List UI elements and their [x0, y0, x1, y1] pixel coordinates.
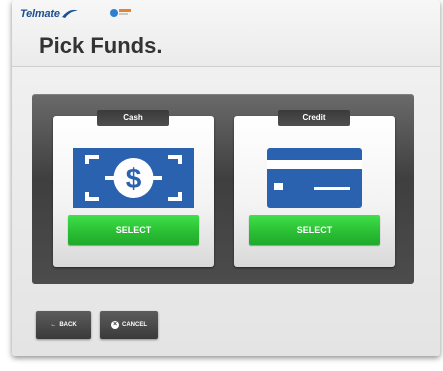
- swoosh-icon: [61, 9, 78, 18]
- cancel-x-icon: ×: [111, 321, 119, 329]
- cash-select-button[interactable]: SELECT: [68, 215, 199, 245]
- back-arrow-icon: ←: [50, 322, 57, 328]
- credit-tab-label: Credit: [278, 110, 350, 126]
- header-bar: Telmate Pick Funds.: [12, 0, 440, 67]
- cancel-button[interactable]: × CANCEL: [100, 311, 158, 339]
- cash-bill-icon: $: [73, 148, 194, 208]
- cash-tab-label: Cash: [97, 110, 169, 126]
- credit-option-card[interactable]: Credit SELECT: [234, 110, 395, 267]
- back-button-label: BACK: [59, 322, 77, 328]
- cancel-button-label: CANCEL: [122, 322, 147, 328]
- svg-text:$: $: [126, 163, 142, 194]
- brand-name: Telmate: [20, 8, 60, 20]
- brand-logo: Telmate: [20, 8, 78, 20]
- back-button[interactable]: ← BACK: [36, 311, 91, 339]
- kiosk-window: Telmate Pick Funds. Cash $ SELECT Credit…: [12, 0, 440, 356]
- cash-option-card[interactable]: Cash $ SELECT: [53, 110, 214, 267]
- credit-select-button[interactable]: SELECT: [249, 215, 380, 245]
- page-title: Pick Funds.: [39, 33, 163, 58]
- credit-card-icon: [267, 148, 362, 208]
- partner-logo-icon: [110, 9, 131, 17]
- funds-panel: Cash $ SELECT Credit SELECT: [32, 94, 414, 284]
